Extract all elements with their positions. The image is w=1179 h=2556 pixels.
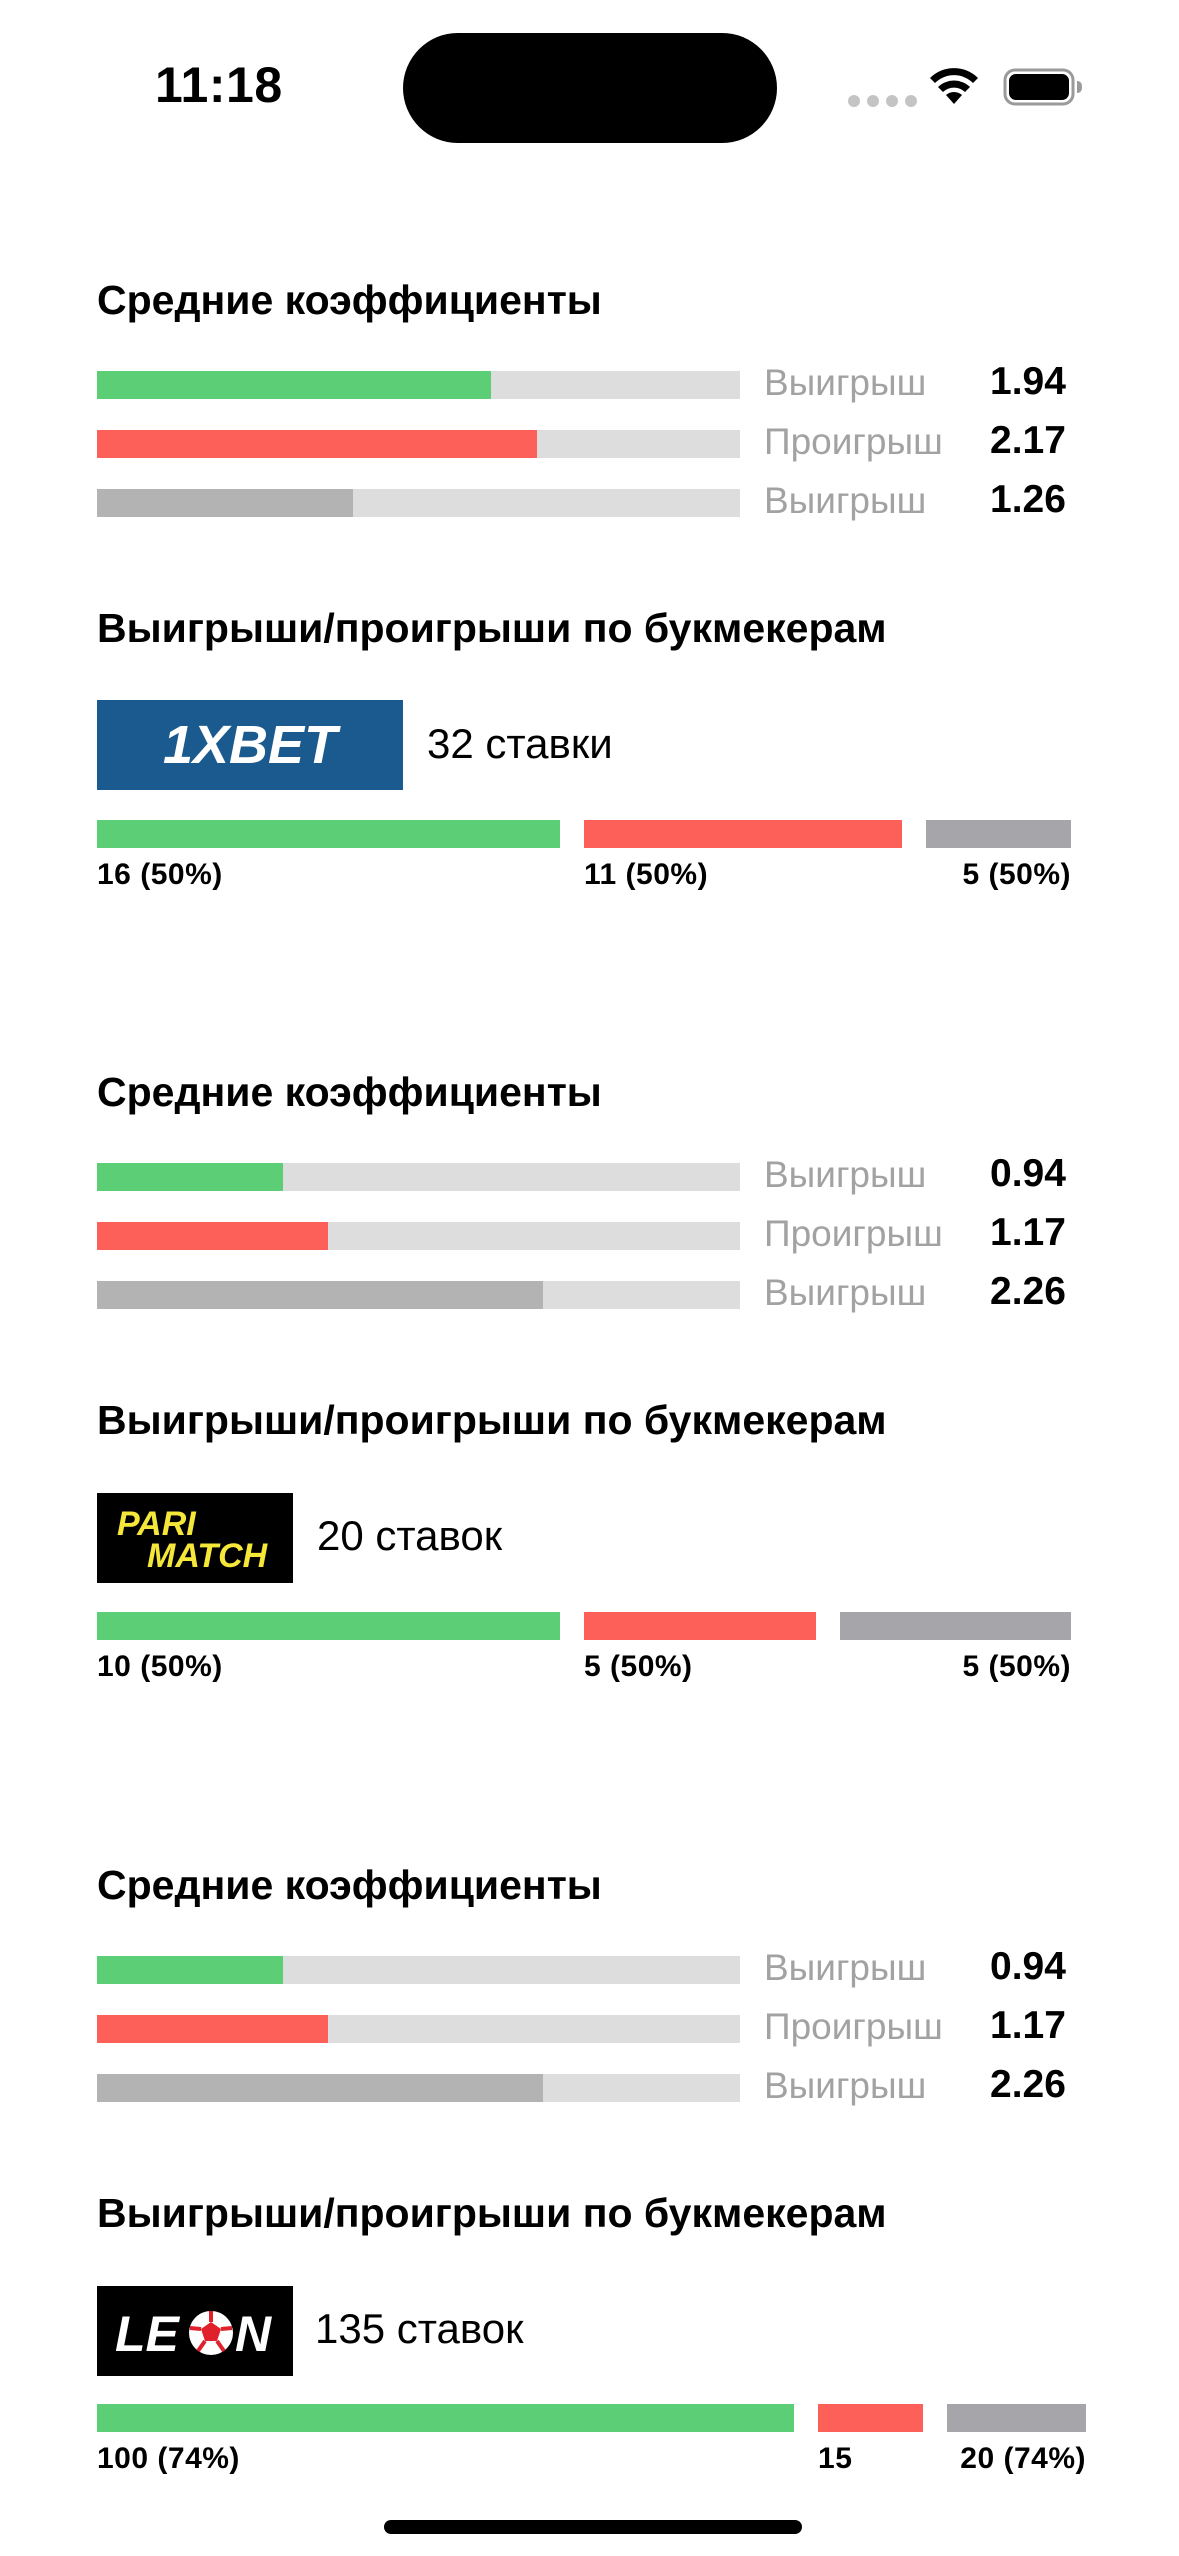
odds-bar-fill-win (97, 1956, 283, 1984)
distribution-segment-label: 5 (50%) (962, 858, 1071, 891)
odds-row: Проигрыш 1.17 (0, 1205, 1179, 1265)
odds-bar-fill-loss (97, 1222, 328, 1250)
odds-value: 0.94 (990, 1152, 1066, 1195)
distribution-segment-gray (946, 2404, 1086, 2432)
odds-row: Выигрыш 0.94 (0, 1146, 1179, 1206)
distribution-segment-loss (584, 1612, 816, 1640)
odds-bar-fill-neutral (97, 2074, 543, 2102)
avg-odds-title: Средние коэффициенты (97, 1069, 602, 1115)
avg-odds-title: Средние коэффициенты (97, 277, 602, 323)
odds-bar-fill-loss (97, 2015, 328, 2043)
cellular-signal-icon (848, 95, 917, 107)
odds-label: Выигрыш (764, 362, 927, 403)
odds-value: 1.26 (990, 478, 1066, 521)
distribution-segment-win (97, 820, 560, 848)
odds-label: Выигрыш (764, 1272, 927, 1313)
distribution-segment-loss (818, 2404, 923, 2432)
odds-value: 1.17 (990, 1211, 1066, 1254)
distribution-segment-gray (926, 820, 1071, 848)
odds-bar-fill-neutral (97, 489, 353, 517)
odds-bar-track (97, 1956, 740, 1984)
odds-label: Выигрыш (764, 480, 927, 521)
odds-row: Выигрыш 2.26 (0, 1264, 1179, 1324)
odds-value: 1.17 (990, 2004, 1066, 2047)
bets-count: 20 ставок (317, 1512, 503, 1559)
leon-logo-text-start: LE (115, 2306, 181, 2362)
wifi-icon (930, 68, 978, 104)
distribution-segment-label: 5 (50%) (962, 1650, 1071, 1683)
odds-value: 0.94 (990, 1945, 1066, 1988)
distribution-segment-win (97, 1612, 560, 1640)
distribution-segment-win (97, 2404, 795, 2432)
parimatch-logo-text-bottom: MATCH (147, 1537, 269, 1575)
odds-bar-fill-neutral (97, 1281, 543, 1309)
odds-bar-track (97, 489, 740, 517)
home-indicator[interactable] (384, 2520, 802, 2534)
avg-odds-title: Средние коэффициенты (97, 1862, 602, 1908)
odds-bar-fill-loss (97, 430, 537, 458)
distribution-segment-label: 20 (74%) (960, 2442, 1086, 2475)
odds-row: Выигрыш 2.26 (0, 2057, 1179, 2117)
dynamic-island (403, 33, 777, 143)
odds-bar-track (97, 1281, 740, 1309)
distribution-segment-label: 100 (74%) (97, 2442, 240, 2475)
odds-row: Проигрыш 2.17 (0, 413, 1179, 473)
soccer-ball-icon (189, 2311, 233, 2355)
distribution-segment-label: 10 (50%) (97, 1650, 223, 1683)
distribution-segment-label: 15 (818, 2442, 853, 2475)
odds-label: Проигрыш (764, 1213, 943, 1254)
status-time: 11:18 (155, 57, 283, 113)
leon-logo-text-end: N (235, 2306, 272, 2362)
odds-bar-fill-win (97, 371, 491, 399)
distribution-segment-label: 16 (50%) (97, 858, 223, 891)
odds-row: Проигрыш 1.17 (0, 1998, 1179, 2058)
odds-value: 2.17 (990, 419, 1066, 462)
odds-label: Выигрыш (764, 1947, 927, 1988)
distribution-segment-loss (584, 820, 903, 848)
odds-label: Выигрыш (764, 2065, 927, 2106)
odds-row: Выигрыш 0.94 (0, 1939, 1179, 1999)
battery-icon (1003, 68, 1082, 106)
odds-row: Выигрыш 1.26 (0, 472, 1179, 532)
distribution-segment-gray (839, 1612, 1071, 1640)
odds-bar-track (97, 1222, 740, 1250)
bets-count: 32 ставки (427, 720, 613, 767)
odds-label: Проигрыш (764, 421, 943, 462)
distribution-segment-label: 5 (50%) (584, 1650, 693, 1683)
bets-count: 135 ставок (315, 2305, 524, 2352)
bookmaker-stats-title: Выигрыши/проигрыши по букмекерам (97, 1397, 887, 1443)
distribution-segment-label: 11 (50%) (584, 858, 709, 891)
bookmaker-stats-title: Выигрыши/проигрыши по букмекерам (97, 605, 887, 651)
odds-bar-track (97, 371, 740, 399)
1xbet-logo-icon[interactable]: 1XBET (97, 700, 403, 790)
odds-bar-track (97, 2015, 740, 2043)
odds-bar-track (97, 2074, 740, 2102)
odds-value: 1.94 (990, 360, 1066, 403)
odds-value: 2.26 (990, 1270, 1066, 1313)
odds-value: 2.26 (990, 2063, 1066, 2106)
odds-bar-track (97, 430, 740, 458)
odds-row: Выигрыш 1.94 (0, 354, 1179, 414)
odds-bar-fill-win (97, 1163, 283, 1191)
odds-label: Выигрыш (764, 1154, 927, 1195)
1xbet-logo-text: 1XBET (163, 715, 341, 775)
leon-logo-icon[interactable]: LE N (97, 2286, 293, 2376)
bookmaker-stats-title: Выигрыши/проигрыши по букмекерам (97, 2190, 887, 2236)
odds-bar-track (97, 1163, 740, 1191)
parimatch-logo-icon[interactable]: PARI MATCH (97, 1493, 293, 1583)
odds-label: Проигрыш (764, 2006, 943, 2047)
